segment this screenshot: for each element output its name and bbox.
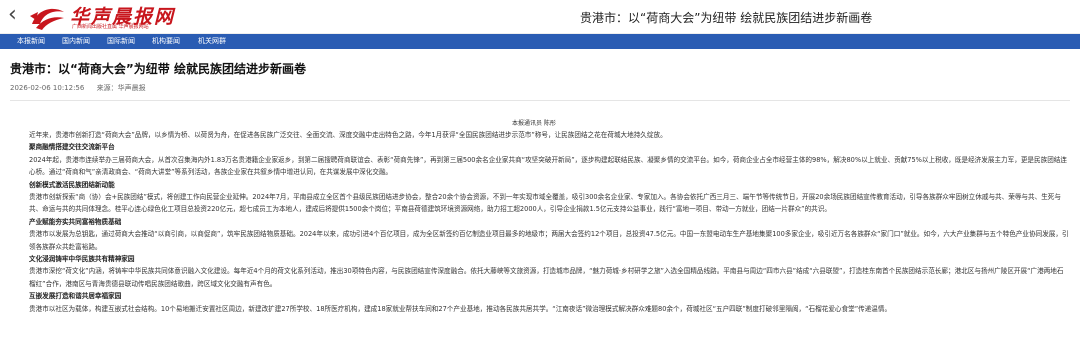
article-byline: 本报通讯员 陈彤 xyxy=(512,120,556,127)
logo-subtitle: 广西新闻出版社直属 华声晨报网站 xyxy=(72,24,149,30)
article-paragraph: 贵港市以发展为总钥匙，通过荷商大会推动“以商引商，以商促商”，筑牢民族团结物质基… xyxy=(29,230,1069,251)
divider xyxy=(10,100,1070,101)
article-body: 近年来，贵港市创新打造“荷商大会”品牌，以乡情为桥、以荷贤为舟，在促进各民族广泛… xyxy=(29,129,1069,315)
top-bar: ‹ 华声晨报网 广西新闻出版社直属 华声晨报网站 贵港市：以“荷商大会”为纽带 … xyxy=(0,0,1080,34)
back-icon[interactable]: ‹ xyxy=(8,4,24,27)
nav-item-agency-news[interactable]: 机构要闻 xyxy=(152,34,180,49)
logo-emblem-icon xyxy=(30,8,64,30)
section-heading: 产业赋能夯实共同富裕物质基础 xyxy=(29,217,122,226)
article-headline: 贵港市：以“荷商大会”为纽带 绘就民族团结进步新画卷 xyxy=(10,62,306,76)
section-heading: 文化浸润铸牢中华民族共有精神家园 xyxy=(29,255,135,264)
article-date: 2026-02-06 10:12:56 xyxy=(10,84,85,92)
article-paragraph: 近年来，贵港市创新打造“荷商大会”品牌，以乡情为桥、以荷贤为舟，在促进各民族广泛… xyxy=(29,131,667,139)
nav-item-domestic-news[interactable]: 国内新闻 xyxy=(62,34,90,49)
site-logo[interactable]: 华声晨报网 广西新闻出版社直属 华声晨报网站 xyxy=(26,2,173,32)
section-heading: 互嵌发展打造和谐共居幸福家园 xyxy=(29,292,122,301)
nav-item-local-news[interactable]: 本报新闻 xyxy=(17,34,45,49)
article-paragraph: 2024年起，贵港市连续举办三届荷商大会，从首次召集海内外1.83万名贵港籍企业… xyxy=(29,155,1067,177)
page-title: 贵港市：以“荷商大会”为纽带 绘就民族团结进步新画卷 xyxy=(580,11,873,25)
section-heading: 聚商融情搭建交往交流新平台 xyxy=(29,143,115,152)
article-source: 来源：华声晨报 xyxy=(96,84,146,92)
nav-item-international-news[interactable]: 国际新闻 xyxy=(107,34,135,49)
article-meta: 2026-02-06 10:12:56 来源：华声晨报 xyxy=(10,83,156,93)
nav-bar: 本报新闻 国内新闻 国际新闻 机构要闻 机关网群 xyxy=(0,34,1080,49)
section-heading: 创新模式激活民族团结新动能 xyxy=(29,180,115,189)
article-paragraph: 贵港市以社区为载体，构建互嵌式社会结构。10个易地搬迁安置社区周边，新建改扩建2… xyxy=(29,304,892,313)
article-paragraph: 贵港市深挖“荷文化”内涵，将铸牢中华民族共同体意识融入文化建设。每年近4个月的荷… xyxy=(29,267,1064,288)
article-paragraph: 贵港市创新探索“商（协）会+民族团结”模式，将创建工作向民营企业延伸。2024年… xyxy=(29,193,1061,214)
nav-item-agency-sites[interactable]: 机关网群 xyxy=(198,34,226,49)
